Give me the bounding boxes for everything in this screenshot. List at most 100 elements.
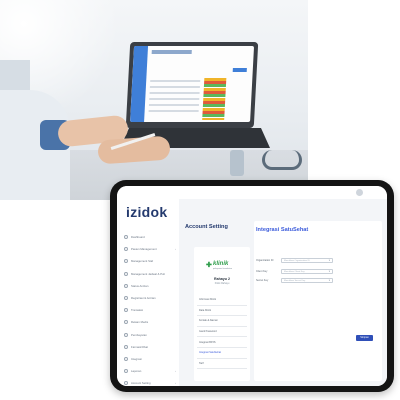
clinic-name: Rahayu 2	[214, 277, 230, 281]
sidebar-item[interactable]: Registrasi & Antrian	[121, 292, 179, 304]
plus-icon: ✚	[206, 262, 212, 269]
laptop-row	[149, 98, 200, 100]
laptop-sidebar	[130, 46, 149, 122]
page-title: Account Setting	[185, 224, 228, 230]
integration-form-card: Integrasi SatuSehat Organization ID Masuk…	[254, 221, 382, 381]
laptop-header	[151, 50, 192, 54]
sidebar-item-label: Status Antrian	[131, 283, 149, 288]
sidebar-item-label: Account Setting	[131, 381, 151, 386]
settings-menu-label: Ganti Password	[199, 330, 217, 334]
klinik-logo-tagline: pelayanan kesehatan	[213, 268, 233, 270]
sidebar-item[interactable]: Integrasi	[121, 353, 179, 365]
tablet-screen: izidok Dashboard Pasien Management › Manage…	[117, 186, 387, 386]
sidebar-menu: Dashboard Pasien Management › Management St…	[121, 231, 179, 386]
clinic-subtitle: Klinik Rahayu	[214, 282, 230, 285]
settings-menu-label: Integrasi BPJS	[199, 340, 216, 344]
sidebar-item[interactable]: Laporan ›	[121, 365, 179, 377]
sidebar-item-label: Registrasi & Antrian	[131, 296, 156, 301]
sidebar: izidok Dashboard Pasien Management › Manage…	[117, 199, 179, 386]
sidebar-item-label: Management Jadwal & Poli	[131, 271, 165, 276]
menu-item-icon	[124, 308, 128, 313]
sidebar-item[interactable]: Management Jadwal & Poli	[121, 268, 179, 280]
settings-menu-label: Integrasi SatuSehat	[199, 351, 221, 355]
stethoscope	[262, 150, 302, 170]
settings-menu-item[interactable]: Data Klinik	[197, 306, 247, 317]
settings-menu: Informasi Klinik Data Klinik Kontak & Alam…	[197, 295, 247, 370]
chevron-down-icon: ▾	[328, 270, 330, 273]
sidebar-item[interactable]: Account Setting ›	[121, 377, 179, 386]
sidebar-item[interactable]: Status Antrian	[121, 280, 179, 292]
sidebar-item[interactable]: Farmasi/Obat	[121, 341, 179, 353]
field-label: Client Key	[256, 270, 268, 273]
settings-menu-item[interactable]: Tarif	[197, 359, 247, 370]
user-avatar-icon[interactable]	[356, 189, 363, 196]
menu-item-icon	[124, 344, 128, 349]
laptop-button	[232, 68, 247, 72]
hero-image: izidok Dashboard Pasien Management › Manage…	[0, 0, 400, 400]
form-title: Integrasi SatuSehat	[256, 227, 309, 233]
sidebar-item-label: Transaksi	[131, 308, 144, 313]
settings-menu-item[interactable]: Integrasi BPJS	[197, 337, 247, 348]
chevron-down-icon: ▾	[328, 259, 330, 262]
laptop-row	[148, 104, 200, 106]
laptop	[125, 42, 259, 128]
field-label: Organization ID	[256, 259, 274, 262]
laptop-row	[150, 80, 201, 82]
sidebar-item-label: Integrasi	[131, 356, 142, 361]
form-row: Client Key Masukkan Client Key ▾	[256, 269, 380, 275]
app-logo[interactable]: izidok	[126, 204, 167, 220]
sidebar-item[interactable]: Pembayaran	[121, 329, 179, 341]
text-input[interactable]: Masukkan Secret Key ▾	[281, 278, 333, 283]
menu-item-icon	[124, 332, 128, 337]
sidebar-item[interactable]: Dashboard	[121, 231, 179, 243]
settings-menu-label: Kontak & Alamat	[199, 319, 218, 323]
form-row: Secret Key Masukkan Secret Key ▾	[256, 278, 380, 284]
tablet-device: izidok Dashboard Pasien Management › Manage…	[110, 180, 394, 392]
menu-item-icon	[124, 369, 128, 374]
settings-menu-item[interactable]: Ganti Password	[197, 327, 247, 338]
sidebar-item-label: Pembayaran	[131, 332, 147, 337]
laptop-row	[148, 110, 199, 112]
main-content: Account Setting ✚ klinik pelayanan keseh…	[179, 199, 387, 386]
sidebar-item-label: Management Staf	[131, 259, 154, 264]
menu-item-icon	[124, 296, 128, 301]
menu-item-icon	[124, 235, 128, 240]
settings-menu-label: Data Klinik	[199, 308, 211, 312]
chevron-right-icon: ›	[175, 369, 176, 374]
chevron-right-icon: ›	[175, 247, 176, 252]
settings-menu-item[interactable]: Informasi Klinik	[197, 295, 247, 306]
save-button[interactable]: Simpan	[356, 335, 373, 341]
laptop-screen	[130, 46, 255, 122]
menu-item-icon	[124, 283, 128, 288]
text-input[interactable]: Masukkan Client Key ▾	[281, 269, 333, 274]
field-label: Secret Key	[256, 279, 269, 282]
klinik-logo: ✚ klinik pelayanan kesehatan	[206, 261, 238, 271]
laptop-row	[149, 92, 200, 94]
sidebar-item-label: Rekam Medis	[131, 320, 149, 325]
text-input[interactable]: Masukkan Organization ID ▾	[281, 258, 333, 263]
laptop-status-column	[202, 78, 227, 120]
form-row: Organization ID Masukkan Organization ID ▾	[256, 258, 380, 264]
clinic-profile-card: ✚ klinik pelayanan kesehatan Rahayu 2 Kl…	[194, 247, 250, 381]
chevron-right-icon: ›	[175, 381, 176, 386]
medicine-bottle	[230, 150, 244, 176]
sidebar-item-label: Laporan	[131, 369, 142, 374]
sidebar-item-label: Dashboard	[131, 235, 145, 240]
chevron-down-icon: ▾	[328, 279, 330, 282]
menu-item-icon	[124, 259, 128, 264]
sidebar-item-label: Farmasi/Obat	[131, 344, 148, 349]
sidebar-item[interactable]: Rekam Medis	[121, 316, 179, 328]
sidebar-item[interactable]: Management Staf	[121, 255, 179, 267]
sidebar-item[interactable]: Pasien Management ›	[121, 243, 179, 255]
laptop-row	[149, 86, 200, 88]
menu-item-icon	[124, 320, 128, 325]
sidebar-item[interactable]: Transaksi	[121, 304, 179, 316]
klinik-logo-text: klinik	[213, 261, 229, 267]
settings-menu-label: Informasi Klinik	[199, 298, 216, 302]
menu-item-icon	[124, 381, 128, 386]
settings-menu-item[interactable]: Kontak & Alamat	[197, 316, 247, 327]
sidebar-item-label: Pasien Management	[131, 247, 157, 252]
settings-menu-item[interactable]: Integrasi SatuSehat	[197, 348, 247, 359]
menu-item-icon	[124, 356, 128, 361]
menu-item-icon	[124, 271, 128, 276]
